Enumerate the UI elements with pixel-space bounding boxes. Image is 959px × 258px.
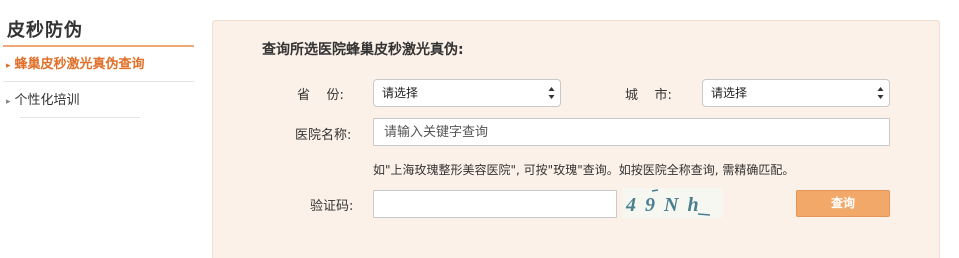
hospital-name-input[interactable] — [373, 118, 890, 146]
city-select-value: 请选择 — [711, 86, 748, 100]
select-arrows-icon — [877, 87, 884, 99]
sidebar-item-label: 蜂巢皮秒激光真伪查询 — [14, 57, 145, 72]
captcha-text: 49Nh — [625, 194, 708, 216]
hospital-name-label: 医院名称: — [295, 128, 352, 143]
province-select[interactable]: 请选择 — [373, 79, 561, 107]
captcha-input[interactable] — [373, 190, 617, 218]
sidebar-title-divider — [3, 45, 194, 47]
sidebar: 皮秒防伪 ▸ 蜂巢皮秒激光真伪查询 ▸ 个性化培训 — [0, 0, 200, 258]
sidebar-item-label: 个性化培训 — [14, 93, 80, 108]
city-label: 城 市: — [625, 88, 672, 103]
select-arrows-icon — [548, 87, 555, 99]
captcha-label: 验证码: — [310, 199, 354, 214]
captcha-graphic: 49Nh — [625, 189, 711, 216]
sidebar-item-laser-verification[interactable]: ▸ 蜂巢皮秒激光真伪查询 — [6, 54, 145, 76]
sidebar-item-training[interactable]: ▸ 个性化培训 — [6, 90, 80, 112]
search-hint: 如"上海玫瑰整形美容医院", 可按"玫瑰"查询。如按医院全称查询, 需精确匹配。 — [373, 163, 795, 177]
page: 皮秒防伪 ▸ 蜂巢皮秒激光真伪查询 ▸ 个性化培训 查询所选医院蜂巢皮秒激光真伪: … — [0, 0, 959, 258]
sidebar-divider — [20, 117, 140, 118]
province-select-value: 请选择 — [382, 86, 419, 100]
query-button[interactable]: 查询 — [796, 190, 890, 217]
captcha-image[interactable]: 49Nh — [622, 188, 722, 218]
caret-right-icon: ▸ — [6, 97, 11, 107]
city-select[interactable]: 请选择 — [702, 79, 890, 107]
sidebar-title: 皮秒防伪 — [7, 20, 83, 41]
caret-right-icon: ▸ — [6, 61, 11, 71]
form-heading: 查询所选医院蜂巢皮秒激光真伪: — [262, 42, 464, 58]
province-label: 省 份: — [297, 88, 344, 103]
sidebar-divider — [3, 81, 194, 82]
